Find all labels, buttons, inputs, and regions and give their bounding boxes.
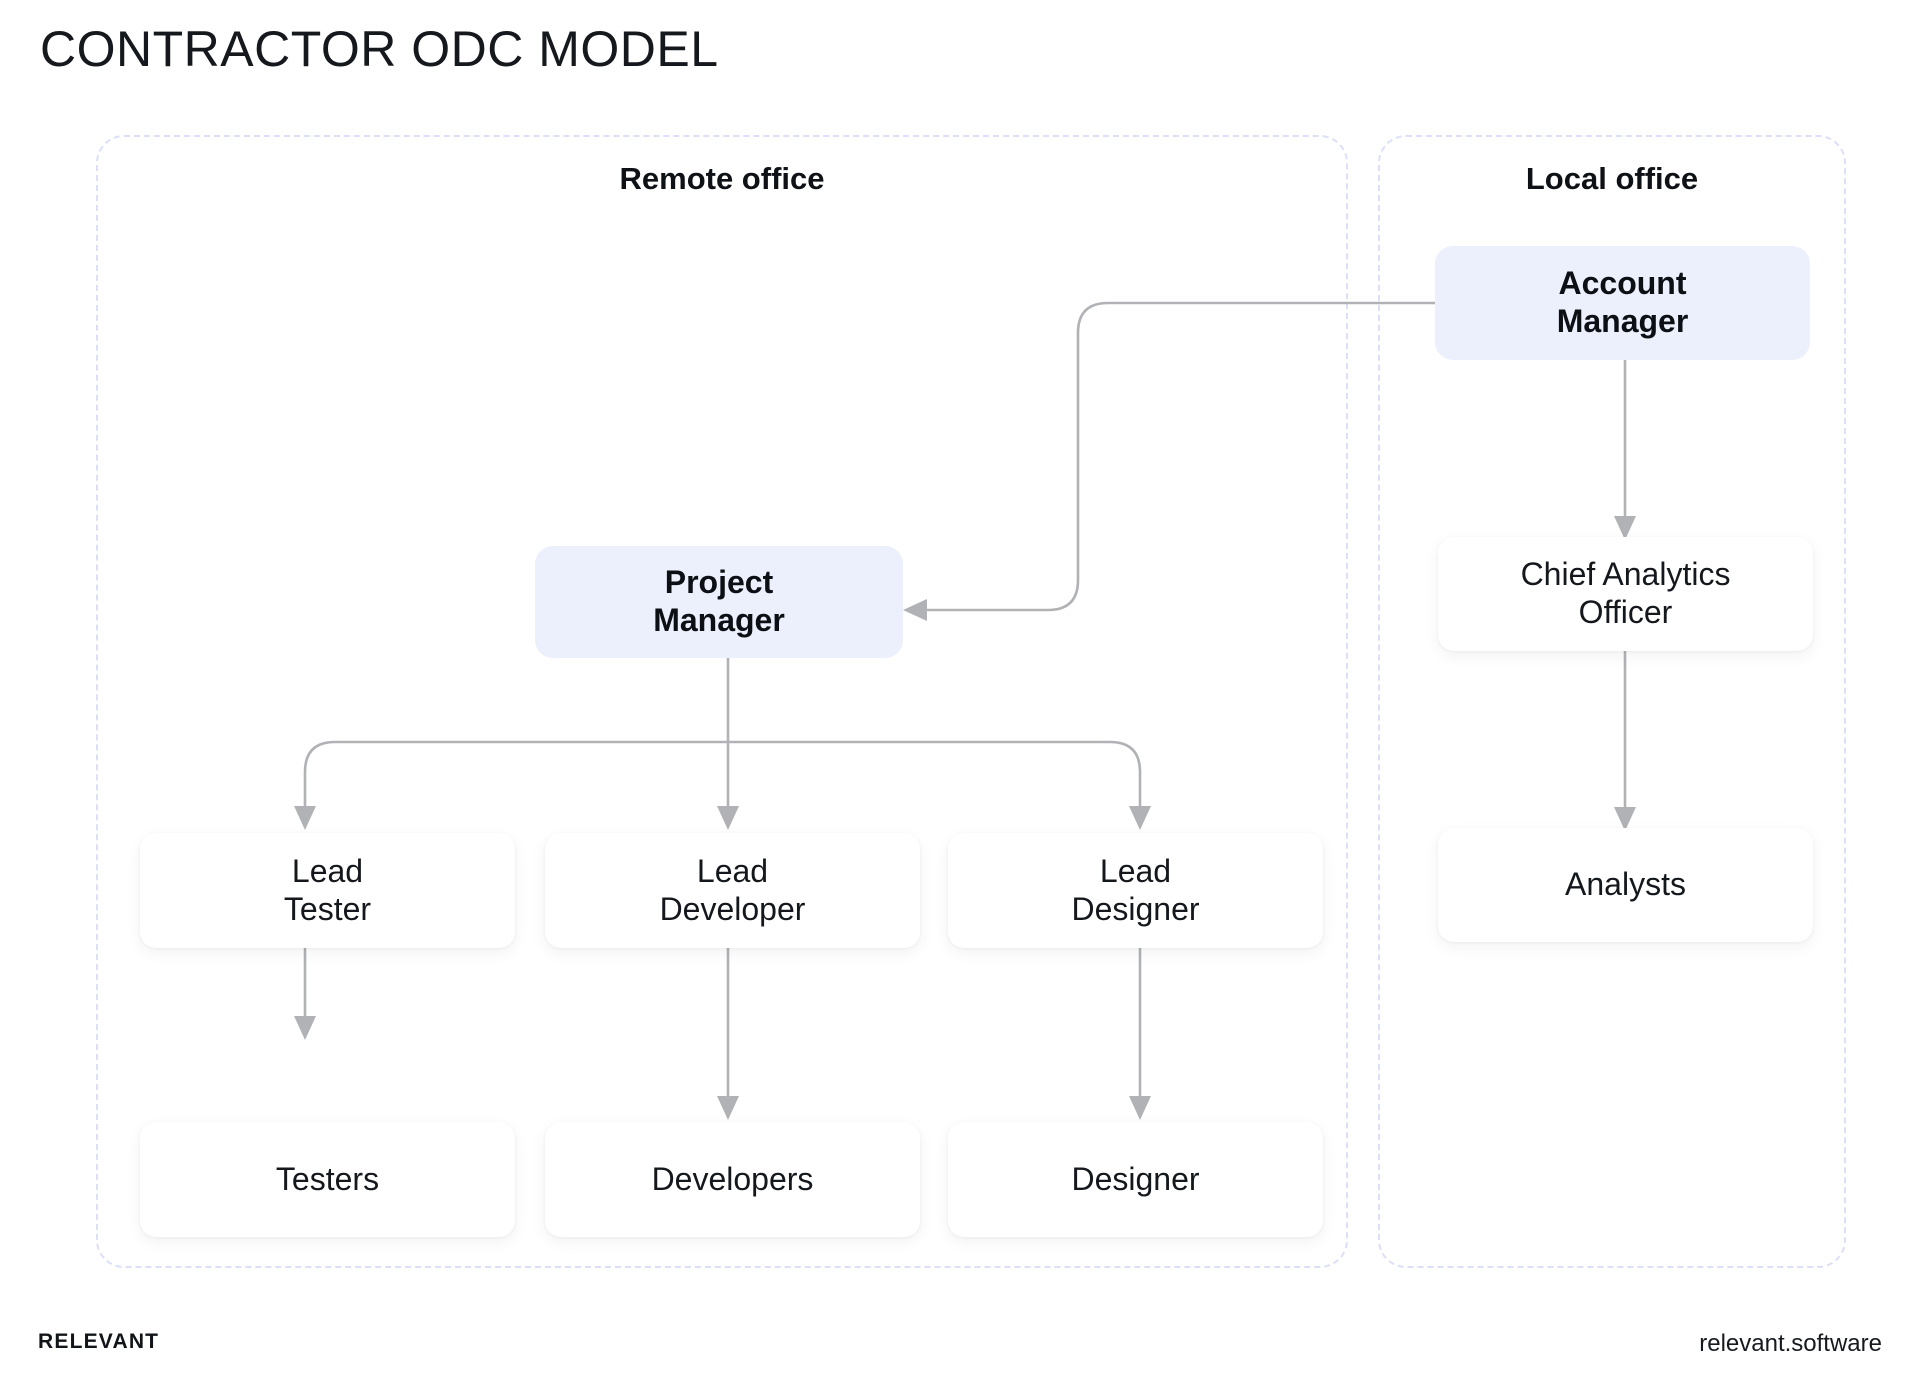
node-lead-designer[interactable]: Lead Designer — [948, 833, 1323, 948]
footer-website-url: relevant.software — [1699, 1330, 1882, 1357]
footer-brand-logo: RELEVANT — [38, 1330, 160, 1353]
panel-remote-office — [96, 135, 1348, 1268]
node-account-manager[interactable]: Account Manager — [1435, 246, 1810, 360]
panel-remote-office-label: Remote office — [619, 161, 825, 196]
node-chief-analytics-officer[interactable]: Chief Analytics Officer — [1438, 537, 1813, 651]
panel-local-office-label: Local office — [1525, 161, 1699, 196]
node-analysts[interactable]: Analysts — [1438, 828, 1813, 942]
node-testers[interactable]: Testers — [140, 1122, 515, 1237]
node-lead-developer[interactable]: Lead Developer — [545, 833, 920, 948]
node-designer[interactable]: Designer — [948, 1122, 1323, 1237]
node-project-manager[interactable]: Project Manager — [535, 546, 903, 658]
page-title: CONTRACTOR ODC MODEL — [40, 21, 719, 77]
node-developers[interactable]: Developers — [545, 1122, 920, 1237]
node-lead-tester[interactable]: Lead Tester — [140, 833, 515, 948]
